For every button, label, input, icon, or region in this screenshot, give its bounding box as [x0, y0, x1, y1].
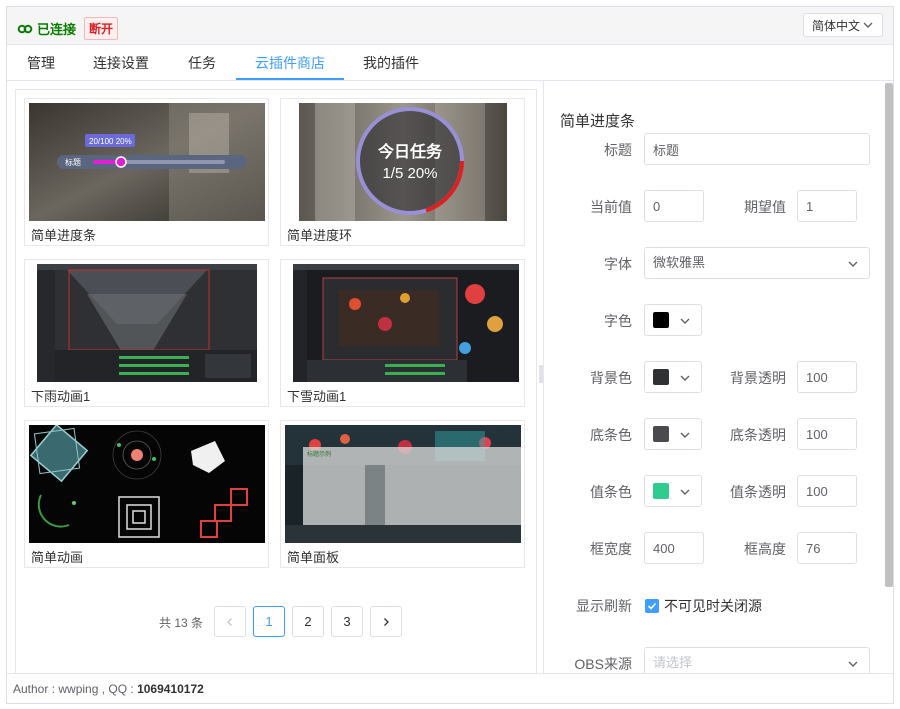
prev-page-button[interactable] — [214, 606, 246, 637]
bg-color-picker[interactable] — [644, 361, 702, 393]
author-text: Author : wwping , QQ : — [13, 682, 138, 696]
page-2-button[interactable]: 2 — [292, 606, 324, 637]
plugin-name: 简单面板 — [287, 550, 340, 565]
checkbox-label: 不可见时关闭源 — [664, 598, 762, 614]
page-1-button[interactable]: 1 — [253, 606, 285, 637]
plugin-card-rain-animation[interactable]: 下雨动画1 — [24, 259, 269, 407]
width-input[interactable] — [644, 532, 704, 564]
chevron-down-icon — [848, 261, 858, 267]
font-label: 字体 — [604, 256, 632, 272]
expected-value-input[interactable] — [797, 190, 857, 222]
close-source-when-hidden-checkbox[interactable]: 不可见时关闭源 — [645, 596, 762, 616]
tab-plugin-store[interactable]: 云插件商店 — [255, 45, 325, 81]
progress-title-overlay: 标题 — [65, 157, 81, 167]
value-color-picker[interactable] — [644, 475, 702, 507]
ring-title-overlay: 今日任务 — [377, 142, 443, 161]
obs-source-select[interactable]: 请选择 — [644, 647, 870, 673]
title-input[interactable] — [644, 133, 870, 165]
plugin-thumbnail — [29, 425, 265, 543]
bar-alpha-label: 底条透明 — [730, 427, 786, 443]
panel-title-overlay: 标题示例 — [307, 450, 331, 458]
chevron-left-icon — [227, 618, 232, 626]
plugin-thumbnail — [285, 264, 521, 382]
expected-value-label: 期望值 — [744, 199, 786, 215]
link-icon — [17, 24, 33, 33]
plugin-card-progress-bar[interactable]: 20/100 20% 标题 简单进度条 — [24, 98, 269, 246]
plugin-name: 简单进度环 — [287, 228, 353, 243]
total-count: 共 13 条 — [159, 616, 204, 630]
bg-alpha-label: 背景透明 — [730, 370, 786, 386]
value-color-label: 值条色 — [590, 484, 632, 500]
font-select[interactable]: 微软雅黑 — [644, 247, 870, 279]
tab-my-plugins[interactable]: 我的插件 — [363, 45, 419, 81]
qq-number: 1069410172 — [137, 682, 204, 696]
plugin-card-simple-animation[interactable]: 简单动画 — [24, 420, 269, 568]
refresh-label: 显示刷新 — [576, 598, 632, 614]
bar-alpha-input[interactable] — [797, 418, 857, 450]
plugin-card-progress-ring[interactable]: 今日任务 1/5 20% 简单进度环 — [280, 98, 525, 246]
language-select[interactable]: 简体中文 — [803, 13, 883, 37]
title-label: 标题 — [604, 142, 632, 158]
language-value: 简体中文 — [812, 18, 861, 33]
value-alpha-input[interactable] — [797, 475, 857, 507]
chevron-down-icon — [848, 661, 858, 667]
height-label: 框高度 — [744, 541, 786, 557]
pagination: 共 13 条 1 2 3 — [16, 606, 536, 638]
color-swatch — [653, 312, 669, 328]
plugin-thumbnail: 20/100 20% 标题 — [29, 103, 265, 221]
font-color-label: 字色 — [604, 313, 632, 329]
bar-color-picker[interactable] — [644, 418, 702, 450]
footer: Author : wwping , QQ : 1069410172 — [7, 673, 893, 703]
width-label: 框宽度 — [590, 541, 632, 557]
app-window: 已连接 断开 简体中文 管理 连接设置 任务 云插件商店 我的插件 20/100… — [6, 6, 894, 704]
progress-value-overlay: 20/100 20% — [89, 137, 132, 146]
chevron-down-icon — [863, 22, 873, 28]
font-value: 微软雅黑 — [653, 255, 706, 270]
color-swatch — [653, 369, 669, 385]
chevron-right-icon — [384, 618, 389, 626]
height-input[interactable] — [797, 532, 857, 564]
plugin-name: 简单动画 — [31, 550, 84, 565]
plugin-thumbnail: 标题示例 — [285, 425, 521, 543]
connection-status: 已连接 断开 — [17, 17, 119, 40]
plugin-name: 下雪动画1 — [287, 389, 347, 404]
tab-connection-settings[interactable]: 连接设置 — [93, 45, 149, 81]
form-title: 简单进度条 — [560, 113, 636, 130]
main-tabs: 管理 连接设置 任务 云插件商店 我的插件 — [7, 45, 893, 81]
obs-source-placeholder: 请选择 — [653, 655, 693, 670]
chevron-down-icon — [680, 432, 690, 438]
bar-color-label: 底条色 — [590, 427, 632, 443]
plugin-config-panel: 简单进度条 标题 当前值 期望值 字体 微软雅黑 字色 背景色 背景透明 底条色… — [543, 81, 893, 673]
disconnect-button[interactable]: 断开 — [84, 17, 119, 40]
current-value-label: 当前值 — [590, 199, 632, 215]
ring-value-overlay: 1/5 20% — [382, 165, 437, 182]
status-text: 已连接 — [37, 22, 77, 37]
color-swatch — [653, 483, 669, 499]
plugin-store-panel: 20/100 20% 标题 简单进度条 今日任务 1/5 20% 简单进度环 下… — [15, 89, 537, 674]
plugin-thumbnail: 今日任务 1/5 20% — [285, 103, 521, 221]
color-swatch — [653, 426, 669, 442]
plugin-name: 简单进度条 — [31, 228, 97, 243]
page-3-button[interactable]: 3 — [331, 606, 363, 637]
active-tab-indicator — [236, 78, 344, 80]
plugin-card-snow-animation[interactable]: 下雪动画1 — [280, 259, 525, 407]
chevron-down-icon — [680, 318, 690, 324]
current-value-input[interactable] — [644, 190, 704, 222]
font-color-picker[interactable] — [644, 304, 702, 336]
plugin-thumbnail — [29, 264, 265, 382]
chevron-down-icon — [680, 375, 690, 381]
plugin-name: 下雨动画1 — [31, 389, 91, 404]
bg-color-label: 背景色 — [590, 370, 632, 386]
obs-source-label: OBS来源 — [574, 656, 632, 672]
value-alpha-label: 值条透明 — [730, 484, 786, 500]
tab-tasks[interactable]: 任务 — [188, 45, 216, 81]
chevron-down-icon — [680, 489, 690, 495]
plugin-card-simple-panel[interactable]: 标题示例 简单面板 — [280, 420, 525, 568]
next-page-button[interactable] — [370, 606, 402, 637]
checkbox-checked-icon — [645, 599, 659, 613]
config-panel-scrollbar[interactable] — [885, 83, 893, 587]
tab-manage[interactable]: 管理 — [27, 45, 55, 81]
bg-alpha-input[interactable] — [797, 361, 857, 393]
top-bar: 已连接 断开 简体中文 — [7, 7, 893, 45]
